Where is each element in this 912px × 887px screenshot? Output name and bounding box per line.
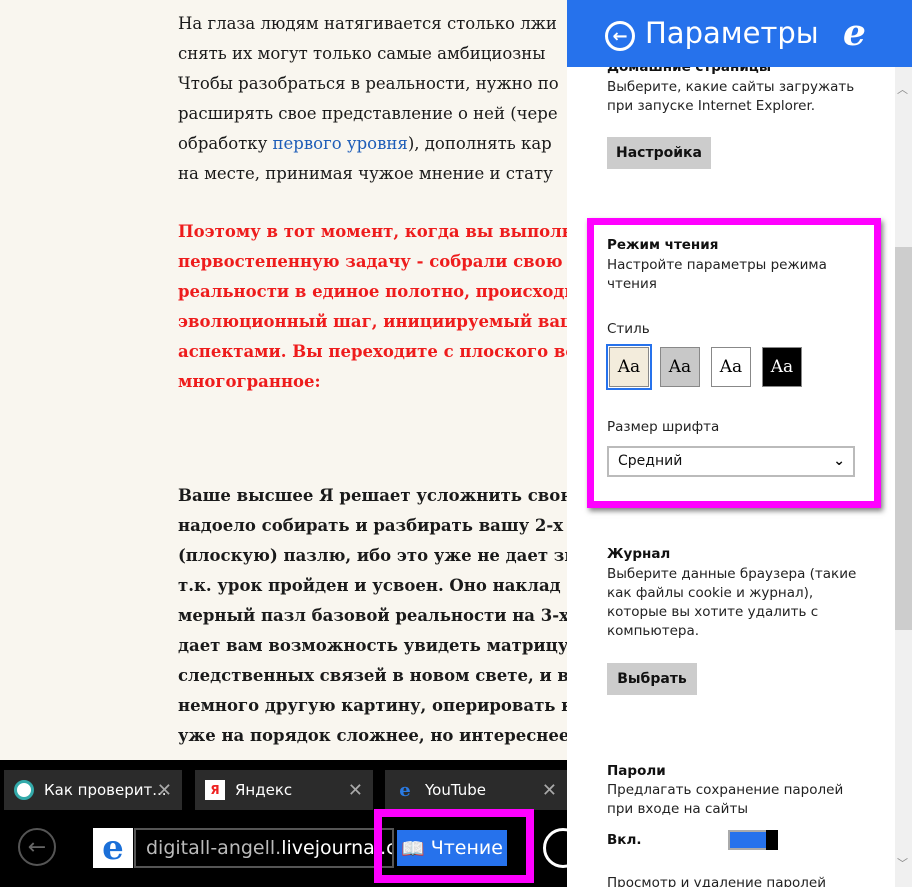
settings-panel: ← Параметры e Домашние страницы Выберите… <box>567 0 912 887</box>
desc-line: Выберите данные браузера (такие <box>607 566 857 582</box>
tab-3[interactable]: e YouTube ✕ <box>385 770 567 810</box>
article-text: обработку <box>178 134 273 153</box>
scrollbar-thumb[interactable] <box>895 247 912 630</box>
reading-label: Чтение <box>430 837 503 859</box>
font-size-select[interactable]: Средний ⌄ <box>607 446 855 477</box>
site-icon <box>14 780 34 800</box>
reading-style-swatch[interactable]: Aa <box>711 347 751 387</box>
desc-line: Предлагать сохранение паролей <box>607 782 844 798</box>
article-line: немного другую картину, оперировать к <box>178 696 567 715</box>
article-line: реальности в единое полотно, происходи <box>178 282 567 301</box>
chevron-down-icon[interactable]: ﹀ <box>897 855 908 871</box>
reading-mode-desc: Настройте параметры режима чтения <box>607 256 827 294</box>
article-line: надоело собирать и разбирать вашу 2-х <box>178 516 564 535</box>
history-heading: Журнал <box>607 546 671 562</box>
desc-line: компьютера. <box>607 623 700 639</box>
article-text: ), дополнять кар <box>407 134 552 153</box>
article-line: многогранное: <box>178 372 321 391</box>
arrow-left-icon: ← <box>27 834 47 860</box>
font-size-value: Средний <box>618 453 683 469</box>
article-line: Поэтому в тот момент, когда вы выполн <box>178 222 567 241</box>
article-line: мерный пазл базовой реальности на 3-х <box>178 606 567 625</box>
reading-view-button[interactable]: 📖 Чтение <box>397 830 507 866</box>
article-line: первостепенную задачу - собрали свою б <box>178 252 567 271</box>
browser-app-bar: Как проверит... ✕ Я Яндекс ✕ e YouTube ✕… <box>0 760 583 887</box>
close-tab-icon[interactable]: ✕ <box>542 780 557 801</box>
article-line: аспектами. Вы переходите с плоского во <box>178 342 567 361</box>
choose-button[interactable]: Выбрать <box>607 663 697 695</box>
toggle-label: Вкл. <box>607 832 642 848</box>
tab-2[interactable]: Я Яндекс ✕ <box>195 770 373 810</box>
article-line: обработку первого уровня), дополнять кар <box>178 134 552 153</box>
article-line: следственных связей в новом свете, и вы <box>178 666 567 685</box>
close-tab-icon[interactable]: ✕ <box>348 780 363 801</box>
customize-button[interactable]: Настройка <box>607 137 711 169</box>
chevron-up-icon[interactable]: ︿ <box>897 81 908 97</box>
book-icon: 📖 <box>401 837 425 860</box>
save-passwords-toggle[interactable] <box>728 830 778 850</box>
settings-header: ← Параметры e <box>567 0 912 67</box>
toggle-knob <box>766 830 778 850</box>
chevron-down-icon: ⌄ <box>833 453 845 469</box>
reading-style-swatch[interactable]: Aa <box>606 344 652 390</box>
style-label: Стиль <box>607 321 650 337</box>
article-line: На глаза людям натягивается столько лжи <box>178 14 557 33</box>
reading-mode-heading: Режим чтения <box>607 237 719 253</box>
scrollbar[interactable]: ︿ ﹀ <box>895 67 912 887</box>
reading-style-swatch[interactable]: Aa <box>762 347 802 387</box>
article-line: дает вам возможность увидеть матрицу <box>178 636 567 655</box>
article-link[interactable]: первого уровня <box>273 134 408 153</box>
reading-style-swatch[interactable]: Aa <box>660 347 700 387</box>
tab-title: Как проверит... <box>44 781 167 799</box>
article-line: расширять свое представление о ней (чере <box>178 104 558 123</box>
article-line: уже на порядок сложнее, но интереснее <box>178 726 567 745</box>
tab-1[interactable]: Как проверит... ✕ <box>4 770 182 810</box>
history-desc: Выберите данные браузера (такие как файлы… <box>607 565 856 641</box>
article-line: (плоскую) пазлю, ибо это уже не дает зн <box>178 546 567 565</box>
ie-icon: e <box>93 828 133 868</box>
article-line: т.к. урок пройден и усвоен. Оно наклад <box>178 576 561 595</box>
desc-line: как файлы cookie и журнал), <box>607 585 814 601</box>
article-line: снять их могут только самые амбициозны <box>178 44 546 63</box>
url-prefix: digitall-angell. <box>146 837 282 859</box>
font-size-label: Размер шрифта <box>607 419 720 435</box>
article-line: на месте, принимая чужое мнение и стату <box>178 164 553 183</box>
ie-logo-icon: e <box>843 12 866 54</box>
desc-line: Выберите, какие сайты загружать <box>607 79 855 95</box>
desc-line: Настройте параметры режима <box>607 257 827 273</box>
desc-line: чтения <box>607 276 657 292</box>
close-tab-icon[interactable]: ✕ <box>157 780 172 801</box>
back-arrow-icon[interactable]: ← <box>605 21 635 51</box>
settings-title: Параметры <box>645 16 819 50</box>
desc-line: которые вы хотите удалить с <box>607 604 819 620</box>
tab-title: Яндекс <box>235 781 293 799</box>
desc-line: при входе на сайты <box>607 801 748 817</box>
back-button[interactable]: ← <box>18 828 56 866</box>
article-line: Чтобы разобраться в реальности, нужно по <box>178 74 559 93</box>
passwords-desc: Предлагать сохранение паролей при входе н… <box>607 781 843 819</box>
article-line: Ваше высшее Я решает усложнить свою <box>178 486 567 505</box>
address-bar[interactable]: digitall-angell.livejournal.c <box>134 828 394 868</box>
manage-passwords-link[interactable]: Просмотр и удаление паролей <box>607 874 826 887</box>
ie-icon: e <box>399 779 411 801</box>
yandex-icon: Я <box>205 780 225 800</box>
tab-title: YouTube <box>425 781 486 799</box>
home-pages-desc: Выберите, какие сайты загружать при запус… <box>607 78 854 116</box>
desc-line: при запуске Internet Explorer. <box>607 98 816 114</box>
article-reading-view: На глаза людям натягивается столько лжи с… <box>0 0 567 760</box>
article-line: эволюционный шаг, инициируемый ваш <box>178 312 567 331</box>
passwords-heading: Пароли <box>607 763 666 779</box>
